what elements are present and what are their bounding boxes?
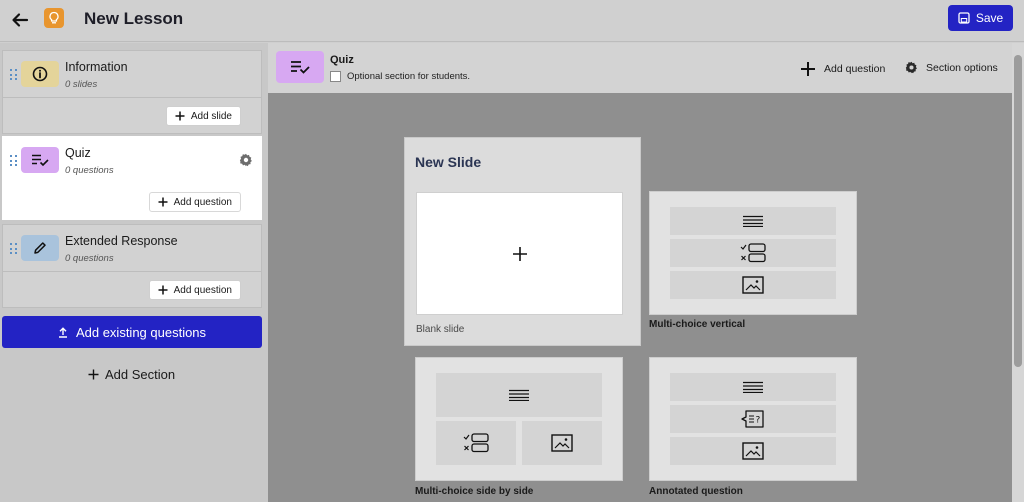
add-slide-label: Add slide (190, 110, 232, 122)
section-card-extended-response[interactable]: Extended Response 0 questions (2, 224, 262, 272)
add-question-header-button[interactable]: Add question (800, 61, 885, 77)
multiple-choice-icon (670, 239, 836, 267)
add-question-label: Add question (173, 284, 232, 296)
svg-text:?: ? (756, 416, 761, 426)
main-scrollbar[interactable] (1012, 43, 1024, 502)
plus-icon (88, 369, 99, 380)
arrow-left-icon (12, 13, 29, 27)
section-options-button[interactable]: Section options (905, 61, 998, 74)
drag-handle-icon[interactable] (10, 69, 18, 81)
section-add-row: Add question (2, 184, 262, 220)
gear-icon[interactable] (239, 153, 253, 167)
app-header: New Lesson Save (0, 0, 1024, 42)
optional-label: Optional section for students. (347, 71, 471, 82)
blank-slide-label: Blank slide (416, 324, 465, 335)
template-annotated-question[interactable]: ? (649, 357, 857, 481)
plus-icon (175, 111, 185, 121)
image-icon (670, 271, 836, 299)
plus-icon (801, 62, 815, 76)
new-slide-title: New Slide (415, 154, 482, 170)
template-label: Annotated question (649, 486, 743, 497)
info-icon (21, 61, 59, 87)
page-title: New Lesson (84, 9, 184, 28)
add-slide-button[interactable]: Add slide (165, 106, 241, 126)
checklist-icon (21, 147, 59, 173)
blank-slide-tile[interactable] (416, 192, 623, 315)
image-icon (522, 421, 602, 465)
lightbulb-icon (44, 8, 64, 28)
optional-checkbox[interactable] (330, 71, 341, 82)
section-count: 0 questions (65, 165, 114, 176)
template-multi-choice-side-by-side[interactable] (415, 357, 623, 481)
template-label: Multi-choice vertical (649, 319, 746, 330)
section-title: Information (65, 60, 128, 74)
section-count: 0 slides (65, 79, 98, 90)
text-lines-icon (436, 373, 602, 417)
add-question-header-label: Add question (824, 63, 886, 75)
save-icon (958, 12, 970, 24)
section-options-label: Section options (926, 61, 998, 74)
add-section-label: Add Section (105, 367, 176, 382)
section-card-information[interactable]: Information 0 slides (2, 50, 262, 98)
sections-sidebar: Information 0 slides Add slide Quiz 0 qu… (0, 43, 268, 502)
add-section-button[interactable]: Add Section (88, 367, 175, 382)
section-name: Quiz (330, 54, 354, 66)
section-add-row: Add question (2, 272, 262, 308)
back-button[interactable] (8, 8, 32, 32)
section-count: 0 questions (65, 253, 114, 264)
template-multi-choice-vertical[interactable] (649, 191, 857, 315)
template-label: Multi-choice side by side (415, 486, 534, 497)
section-title: Extended Response (65, 234, 178, 248)
question-bubble-icon: ? (670, 405, 836, 433)
add-question-button[interactable]: Add question (148, 280, 241, 300)
gear-icon (905, 61, 917, 74)
add-question-button[interactable]: Add question (148, 192, 241, 212)
upload-icon (58, 326, 67, 338)
multiple-choice-icon (436, 421, 516, 465)
text-lines-icon (670, 373, 836, 401)
scrollbar-thumb[interactable] (1014, 55, 1022, 367)
drag-handle-icon[interactable] (10, 155, 18, 167)
checklist-icon (276, 51, 324, 83)
save-button[interactable]: Save (948, 5, 1013, 31)
pencil-icon (21, 235, 59, 261)
add-question-label: Add question (173, 196, 232, 208)
drag-handle-icon[interactable] (10, 243, 18, 255)
plus-icon (512, 246, 527, 261)
text-lines-icon (670, 207, 836, 235)
plus-icon (158, 197, 168, 207)
add-existing-questions-button[interactable]: Add existing questions (2, 316, 262, 348)
section-card-quiz[interactable]: Quiz 0 questions (2, 136, 262, 184)
add-existing-label: Add existing questions (75, 324, 207, 340)
section-add-row: Add slide (2, 98, 262, 134)
plus-icon (158, 285, 168, 295)
section-title: Quiz (65, 146, 91, 160)
section-header: Quiz Optional section for students. Add … (268, 43, 1012, 93)
new-slide-panel: New Slide Blank slide (404, 137, 641, 346)
image-icon (670, 437, 836, 465)
save-label: Save (975, 11, 1004, 25)
